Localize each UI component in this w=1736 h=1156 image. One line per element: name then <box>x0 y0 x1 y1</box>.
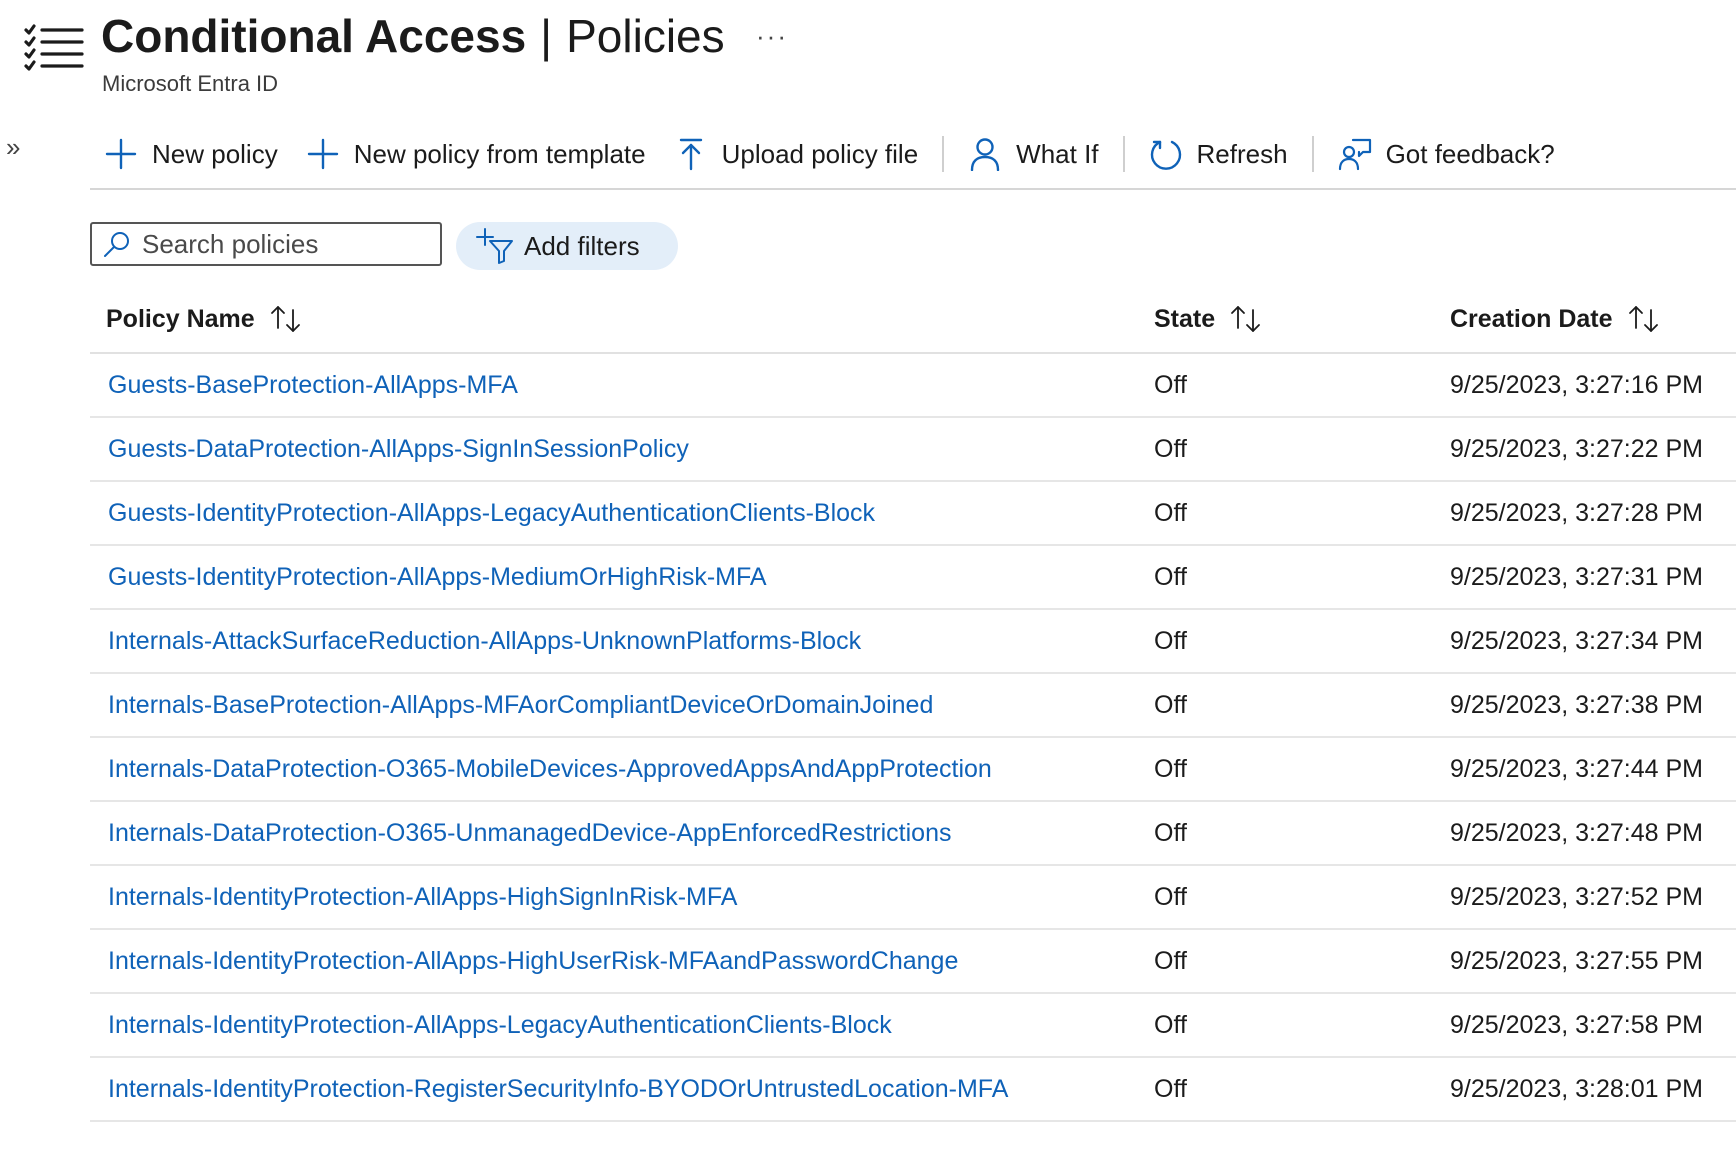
new-policy-button[interactable]: New policy <box>90 127 292 181</box>
plus-icon <box>307 138 338 170</box>
table-row: Internals-IdentityProtection-AllApps-Leg… <box>90 994 1736 1058</box>
page-title-sub: Policies <box>566 10 725 62</box>
policy-name-link[interactable]: Internals-AttackSurfaceReduction-AllApps… <box>108 610 861 672</box>
policy-creation-date: 9/25/2023, 3:28:01 PM <box>1450 1075 1703 1103</box>
policy-state: Off <box>1154 499 1187 527</box>
search-input[interactable] <box>142 228 432 260</box>
policies-table: Policy Name State Creation Date Guests-B… <box>90 286 1736 1122</box>
add-filter-icon <box>476 228 513 264</box>
new-policy-from-template-button[interactable]: New policy from template <box>292 127 660 181</box>
policy-creation-date: 9/25/2023, 3:27:38 PM <box>1450 691 1703 719</box>
upload-policy-file-label: Upload policy file <box>721 138 919 169</box>
what-if-label: What If <box>1016 138 1099 169</box>
table-row: Internals-DataProtection-O365-MobileDevi… <box>90 738 1736 802</box>
table-row: Internals-BaseProtection-AllApps-MFAorCo… <box>90 674 1736 738</box>
policy-state: Off <box>1154 819 1187 847</box>
got-feedback-button[interactable]: Got feedback? <box>1324 127 1569 181</box>
sort-icon <box>1628 306 1658 332</box>
policy-name-link[interactable]: Guests-IdentityProtection-AllApps-Legacy… <box>108 482 875 544</box>
policy-name-link[interactable]: Internals-IdentityProtection-AllApps-Hig… <box>108 930 958 992</box>
table-row: Guests-IdentityProtection-AllApps-Medium… <box>90 546 1736 610</box>
toolbar-divider <box>1122 136 1125 172</box>
person-icon <box>970 138 1000 171</box>
table-header: Policy Name State Creation Date <box>90 286 1736 354</box>
policy-name-link[interactable]: Internals-IdentityProtection-AllApps-Leg… <box>108 994 892 1056</box>
new-policy-from-template-label: New policy from template <box>353 138 646 169</box>
table-row: Internals-IdentityProtection-AllApps-Hig… <box>90 866 1736 930</box>
policy-creation-date: 9/25/2023, 3:27:52 PM <box>1450 883 1703 911</box>
refresh-icon <box>1150 140 1181 170</box>
policy-state: Off <box>1154 627 1187 655</box>
add-filters-button[interactable]: Add filters <box>456 222 678 270</box>
table-row: Guests-BaseProtection-AllApps-MFA Off 9/… <box>90 354 1736 418</box>
policy-creation-date: 9/25/2023, 3:27:48 PM <box>1450 819 1703 847</box>
policy-state: Off <box>1154 435 1187 463</box>
new-policy-label: New policy <box>152 138 278 169</box>
feedback-icon <box>1338 138 1371 171</box>
command-bar: New policy New policy from template Uplo… <box>90 124 1569 184</box>
table-body: Guests-BaseProtection-AllApps-MFA Off 9/… <box>90 354 1736 1122</box>
policy-name-link[interactable]: Internals-DataProtection-O365-MobileDevi… <box>108 738 992 800</box>
policy-creation-date: 9/25/2023, 3:27:28 PM <box>1450 499 1703 527</box>
plus-icon <box>105 138 137 170</box>
policy-creation-date: 9/25/2023, 3:27:58 PM <box>1450 1011 1703 1039</box>
table-row: Guests-IdentityProtection-AllApps-Legacy… <box>90 482 1736 546</box>
table-row: Internals-DataProtection-O365-UnmanagedD… <box>90 802 1736 866</box>
refresh-button[interactable]: Refresh <box>1135 127 1302 181</box>
policy-state: Off <box>1154 371 1187 399</box>
column-header-label: Creation Date <box>1450 304 1613 333</box>
column-header-state[interactable]: State <box>1154 286 1263 352</box>
policy-name-link[interactable]: Internals-DataProtection-O365-UnmanagedD… <box>108 802 951 864</box>
policy-name-link[interactable]: Guests-DataProtection-AllApps-SignInSess… <box>108 418 689 480</box>
list-icon <box>24 24 84 71</box>
policy-creation-date: 9/25/2023, 3:27:44 PM <box>1450 755 1703 783</box>
got-feedback-label: Got feedback? <box>1385 138 1555 169</box>
policy-creation-date: 9/25/2023, 3:27:16 PM <box>1450 371 1703 399</box>
policy-state: Off <box>1154 691 1187 719</box>
page-title: Conditional Access | Policies <box>101 6 725 66</box>
policy-state: Off <box>1154 947 1187 975</box>
toolbar-divider <box>942 136 945 172</box>
refresh-label: Refresh <box>1196 138 1288 169</box>
column-header-label: State <box>1154 304 1216 333</box>
upload-policy-file-button[interactable]: Upload policy file <box>660 127 933 181</box>
policy-state: Off <box>1154 883 1187 911</box>
policy-name-link[interactable]: Internals-BaseProtection-AllApps-MFAorCo… <box>108 674 933 736</box>
policy-creation-date: 9/25/2023, 3:27:22 PM <box>1450 435 1703 463</box>
policy-state: Off <box>1154 755 1187 783</box>
sort-icon <box>270 306 300 332</box>
expand-sidebar-button[interactable]: » <box>6 134 34 162</box>
policy-state: Off <box>1154 563 1187 591</box>
policy-creation-date: 9/25/2023, 3:27:55 PM <box>1450 947 1703 975</box>
policy-name-link[interactable]: Guests-IdentityProtection-AllApps-Medium… <box>108 546 767 608</box>
more-options-button[interactable]: ··· <box>752 18 792 54</box>
toolbar-divider-line <box>90 188 1736 190</box>
column-header-creation-date[interactable]: Creation Date <box>1450 286 1661 352</box>
policy-name-link[interactable]: Internals-IdentityProtection-RegisterSec… <box>108 1058 1008 1120</box>
column-header-label: Policy Name <box>106 304 255 333</box>
policy-name-link[interactable]: Internals-IdentityProtection-AllApps-Hig… <box>108 866 737 928</box>
policy-creation-date: 9/25/2023, 3:27:34 PM <box>1450 627 1703 655</box>
conditional-access-policies-page: Conditional Access | Policies ··· Microsof… <box>0 0 1736 1156</box>
column-header-policy-name[interactable]: Policy Name <box>106 286 303 352</box>
table-row: Internals-AttackSurfaceReduction-AllApps… <box>90 610 1736 674</box>
toolbar-divider <box>1311 136 1314 172</box>
page-subtitle: Microsoft Entra ID <box>102 71 279 96</box>
policy-name-link[interactable]: Guests-BaseProtection-AllApps-MFA <box>108 354 518 416</box>
table-row: Internals-IdentityProtection-RegisterSec… <box>90 1058 1736 1122</box>
sort-icon <box>1231 306 1261 332</box>
what-if-button[interactable]: What If <box>954 127 1112 181</box>
page-title-main: Conditional Access <box>101 10 527 62</box>
policy-state: Off <box>1154 1075 1187 1103</box>
upload-icon <box>679 138 702 171</box>
table-row: Guests-DataProtection-AllApps-SignInSess… <box>90 418 1736 482</box>
search-box <box>90 222 442 266</box>
policy-creation-date: 9/25/2023, 3:27:31 PM <box>1450 563 1703 591</box>
page-title-separator: | <box>540 10 553 62</box>
add-filters-label: Add filters <box>524 230 640 261</box>
table-row: Internals-IdentityProtection-AllApps-Hig… <box>90 930 1736 994</box>
policy-state: Off <box>1154 1011 1187 1039</box>
search-icon <box>104 232 129 257</box>
